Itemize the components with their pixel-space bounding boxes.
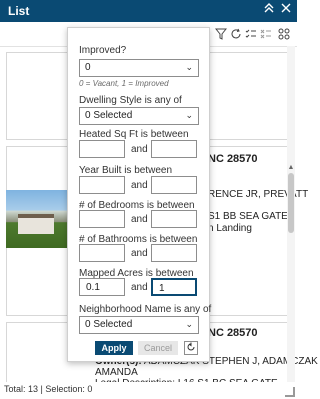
chevron-down-icon: ⌄ bbox=[185, 110, 193, 120]
and-text: and bbox=[131, 144, 148, 155]
chevron-down-icon: ⌄ bbox=[185, 62, 193, 72]
improved-label: Improved? bbox=[79, 45, 127, 56]
refresh-icon[interactable] bbox=[229, 28, 243, 42]
panel-header: List bbox=[0, 0, 297, 22]
list-item-subdivision: n Landing bbox=[208, 223, 252, 234]
dwelling-style-value: 0 Selected bbox=[85, 110, 133, 121]
filter-icon[interactable] bbox=[214, 28, 228, 42]
dwelling-style-label: Dwelling Style is any of bbox=[79, 95, 182, 106]
mapped-acres-max-value: 1 bbox=[159, 283, 165, 294]
list-clear-icon[interactable] bbox=[259, 28, 273, 42]
total-count: Total: 13 | Selection: 0 bbox=[4, 384, 93, 394]
dwelling-style-select[interactable]: 0 Selected ⌄ bbox=[79, 107, 199, 125]
reset-icon[interactable] bbox=[184, 341, 198, 355]
scroll-thumb[interactable] bbox=[288, 173, 294, 233]
year-built-label: Year Built is between bbox=[79, 165, 173, 176]
list-item-address: NC 28570 bbox=[208, 327, 258, 339]
bedrooms-max-input[interactable] bbox=[151, 210, 197, 228]
year-built-max-input[interactable] bbox=[151, 176, 197, 194]
apply-button[interactable]: Apply bbox=[95, 341, 133, 355]
bedrooms-min-input[interactable] bbox=[79, 210, 125, 228]
improved-select-value: 0 bbox=[85, 62, 91, 73]
improved-hint: 0 = Vacant, 1 = Improved bbox=[79, 79, 169, 88]
footer: Total: 13 | Selection: 0 bbox=[0, 382, 297, 399]
list-item-address: NC 28570 bbox=[208, 153, 258, 165]
and-text: and bbox=[131, 282, 148, 293]
close-icon[interactable] bbox=[279, 3, 293, 17]
resize-handle-icon[interactable] bbox=[285, 387, 295, 397]
year-built-min-input[interactable] bbox=[79, 176, 125, 194]
and-text: and bbox=[131, 180, 148, 191]
and-text: and bbox=[131, 214, 148, 225]
scroll-up-icon[interactable]: ▲ bbox=[287, 164, 295, 172]
property-photo-house bbox=[18, 214, 54, 234]
neighborhood-select[interactable]: 0 Selected ⌄ bbox=[79, 316, 199, 334]
heated-sqft-label: Heated Sq Ft is between bbox=[79, 129, 189, 140]
bathrooms-max-input[interactable] bbox=[151, 244, 197, 262]
collapse-icon[interactable] bbox=[262, 3, 276, 17]
improved-select[interactable]: 0 ⌄ bbox=[79, 59, 199, 77]
list-item-owner-cont: AMANDA bbox=[95, 367, 138, 378]
mapped-acres-min-input[interactable]: 0.1 bbox=[79, 278, 125, 296]
heated-sqft-max-input[interactable] bbox=[151, 140, 197, 158]
list-check-icon[interactable] bbox=[244, 28, 258, 42]
filter-popup: Improved? 0 ⌄ 0 = Vacant, 1 = Improved D… bbox=[67, 27, 212, 362]
mapped-acres-max-input[interactable]: 1 bbox=[151, 278, 197, 296]
cancel-button[interactable]: Cancel bbox=[138, 341, 178, 355]
grid-icon[interactable] bbox=[277, 28, 291, 42]
bathrooms-min-input[interactable] bbox=[79, 244, 125, 262]
panel-title: List bbox=[8, 4, 30, 18]
and-text: and bbox=[131, 248, 148, 259]
neighborhood-select-value: 0 Selected bbox=[85, 319, 133, 330]
neighborhood-label: Neighborhood Name is any of bbox=[79, 304, 212, 315]
heated-sqft-min-input[interactable] bbox=[79, 140, 125, 158]
list-item-legal: S1 BB SEA GATE bbox=[208, 211, 288, 222]
chevron-down-icon: ⌄ bbox=[185, 319, 193, 329]
mapped-acres-min-value: 0.1 bbox=[86, 282, 100, 293]
